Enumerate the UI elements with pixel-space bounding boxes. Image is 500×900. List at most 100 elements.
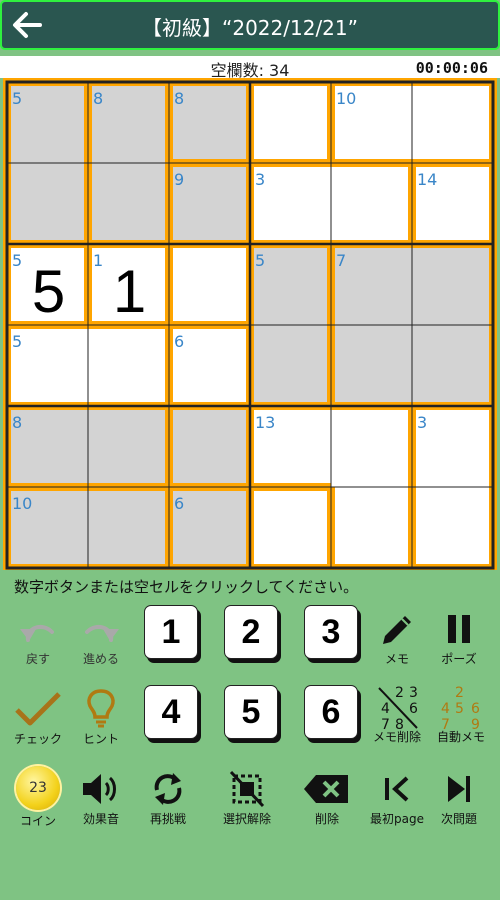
- cell[interactable]: [88, 329, 165, 402]
- delete-button[interactable]: 削除: [292, 770, 362, 827]
- cell[interactable]: [412, 325, 489, 402]
- cell[interactable]: [335, 248, 412, 325]
- refresh-icon: [154, 773, 182, 805]
- number-button-2[interactable]: 2: [224, 605, 278, 659]
- next-problem-label: 次問題: [440, 812, 477, 826]
- auto-memo-icon: 2 4 5 6 7 9: [441, 685, 480, 732]
- cell[interactable]: [254, 491, 327, 564]
- cell[interactable]: [11, 329, 88, 402]
- deselect-button[interactable]: 選択解除: [212, 770, 282, 827]
- memo-button[interactable]: メモ: [362, 610, 432, 667]
- cell[interactable]: [335, 487, 408, 564]
- delete-label: 削除: [314, 812, 339, 826]
- cage-sum: 3: [255, 170, 265, 189]
- instruction-text: 数字ボタンまたは空セルをクリックしてください。: [14, 578, 359, 596]
- redo-label: 進める: [82, 652, 119, 666]
- hint-label: ヒント: [82, 732, 119, 746]
- svg-text:3: 3: [409, 685, 418, 701]
- memo-label: メモ: [384, 652, 409, 666]
- cell[interactable]: [254, 325, 327, 402]
- cage-sum: 13: [255, 413, 275, 432]
- number-button-3[interactable]: 3: [304, 605, 358, 659]
- timer: 00:00:06: [415, 59, 488, 77]
- cell[interactable]: [173, 410, 246, 483]
- cell[interactable]: [331, 167, 408, 240]
- cage-sum: 14: [417, 170, 437, 189]
- cage-sum: 6: [174, 332, 184, 351]
- cell[interactable]: [412, 86, 489, 159]
- puzzle-board: 5 8 8 10 9 3 14 5 1 5 7 5 6 8 13 3 10 6 5 1: [3, 78, 497, 570]
- speaker-icon: [83, 774, 116, 804]
- number-button-1[interactable]: 1: [144, 605, 198, 659]
- cell[interactable]: [11, 410, 88, 483]
- check-button[interactable]: チェック: [3, 690, 73, 747]
- next-problem-button[interactable]: 次問題: [424, 770, 494, 827]
- cage-sum: 10: [336, 89, 356, 108]
- skip-first-icon: [385, 776, 409, 802]
- cage-sum: 6: [174, 494, 184, 513]
- memo-clear-label: メモ削除: [372, 730, 421, 744]
- coin-label: コイン: [19, 814, 56, 828]
- deselect-icon: [229, 770, 265, 808]
- svg-text:5: 5: [455, 701, 464, 717]
- svg-text:4: 4: [381, 701, 390, 717]
- lightbulb-icon: [87, 689, 115, 728]
- board-grid[interactable]: 5 8 8 109 3 145 1 5 75 68 13 310 65 1: [3, 78, 497, 570]
- undo-label: 戻す: [25, 652, 50, 666]
- cage-sum: 5: [255, 251, 265, 270]
- cell[interactable]: [416, 487, 489, 564]
- svg-text:6: 6: [409, 701, 418, 717]
- cage-sum: 5: [12, 89, 22, 108]
- auto-memo-label: 自動メモ: [436, 730, 485, 744]
- memo-clear-button[interactable]: 2 3 4 6 7 8 メモ削除: [360, 684, 434, 745]
- pause-button[interactable]: ポーズ: [424, 610, 494, 667]
- cell[interactable]: [173, 248, 246, 321]
- cage-sum: 8: [174, 89, 184, 108]
- backspace-icon: [304, 775, 348, 803]
- coin-button[interactable]: 23 コイン: [3, 766, 73, 829]
- cage-sum: 7: [336, 251, 346, 270]
- cage-sum: 3: [417, 413, 427, 432]
- pause-icon: [448, 615, 470, 643]
- number-button-5[interactable]: 5: [224, 685, 278, 739]
- cell[interactable]: [412, 248, 489, 325]
- cage-sum: 1: [93, 251, 103, 270]
- undo-icon: [20, 624, 54, 642]
- cell[interactable]: [254, 167, 331, 240]
- memo-clear-icon: 2 3 4 6 7 8: [378, 685, 418, 732]
- skip-next-icon: [448, 776, 470, 802]
- deselect-label: 選択解除: [222, 812, 271, 826]
- retry-label: 再挑戦: [149, 812, 186, 826]
- cell[interactable]: [92, 163, 165, 240]
- sound-label: 効果音: [82, 812, 119, 826]
- pause-label: ポーズ: [441, 652, 477, 666]
- undo-button[interactable]: 戻す: [3, 616, 73, 667]
- cell[interactable]: [11, 163, 84, 240]
- cage-sum: 8: [93, 89, 103, 108]
- cell[interactable]: [335, 325, 412, 402]
- coin-icon: 23: [16, 766, 60, 810]
- cage-sum: 8: [12, 413, 22, 432]
- first-page-button[interactable]: 最初page: [362, 770, 432, 827]
- puzzle-title: 【初級】“2022/12/21”: [142, 16, 358, 40]
- cell[interactable]: [254, 86, 327, 159]
- cell[interactable]: [88, 410, 165, 483]
- auto-memo-button[interactable]: 2 4 5 6 7 9 自動メモ: [426, 684, 496, 745]
- redo-button[interactable]: 進める: [66, 616, 136, 667]
- number-button-4[interactable]: 4: [144, 685, 198, 739]
- cage-sum: 10: [12, 494, 32, 513]
- svg-text:2: 2: [455, 685, 464, 701]
- cage-sum: 9: [174, 170, 184, 189]
- check-label: チェック: [13, 732, 62, 746]
- retry-button[interactable]: 再挑戦: [133, 770, 203, 827]
- number-button-6[interactable]: 6: [304, 685, 358, 739]
- cell[interactable]: [88, 491, 165, 564]
- hint-button[interactable]: ヒント: [66, 688, 136, 747]
- sound-button[interactable]: 効果音: [66, 770, 136, 827]
- svg-text:4: 4: [441, 701, 450, 717]
- cell[interactable]: [331, 410, 408, 487]
- checkmark-icon: [15, 692, 61, 726]
- cell-value: 1: [113, 258, 146, 325]
- pencil-icon: [383, 616, 411, 644]
- svg-text:2: 2: [395, 685, 404, 701]
